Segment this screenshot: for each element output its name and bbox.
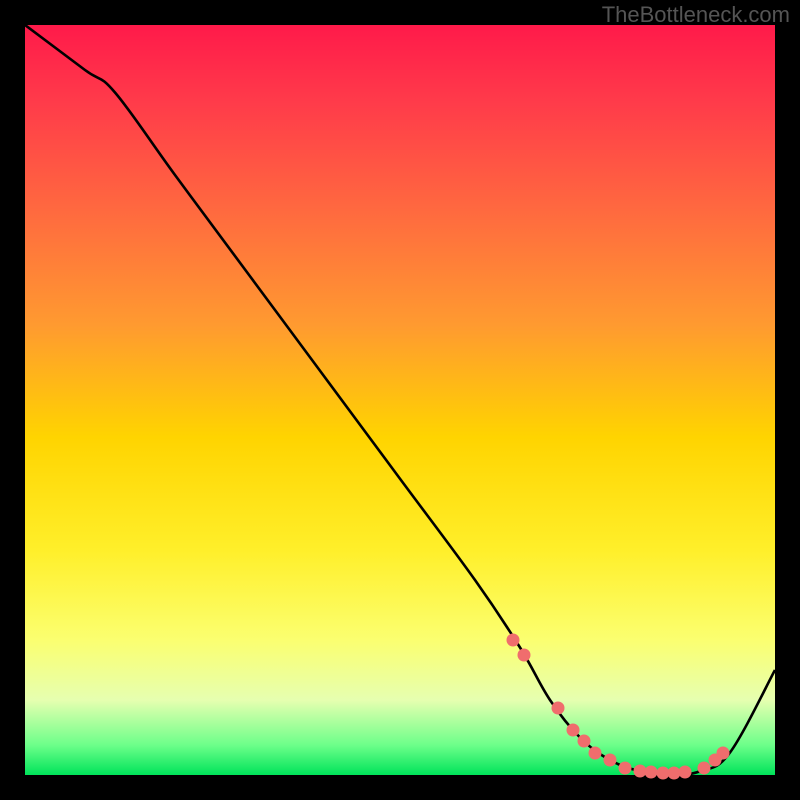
- data-marker: [679, 766, 692, 779]
- data-marker: [551, 701, 564, 714]
- data-marker: [716, 746, 729, 759]
- data-marker: [506, 634, 519, 647]
- data-marker: [619, 761, 632, 774]
- data-marker: [566, 724, 579, 737]
- bottleneck-chart: [25, 25, 775, 775]
- data-marker: [589, 746, 602, 759]
- data-marker: [517, 649, 530, 662]
- data-marker: [577, 735, 590, 748]
- data-marker: [604, 754, 617, 767]
- curve-svg: [25, 25, 775, 775]
- bottleneck-curve-line: [25, 25, 775, 775]
- attribution-text: TheBottleneck.com: [602, 2, 790, 28]
